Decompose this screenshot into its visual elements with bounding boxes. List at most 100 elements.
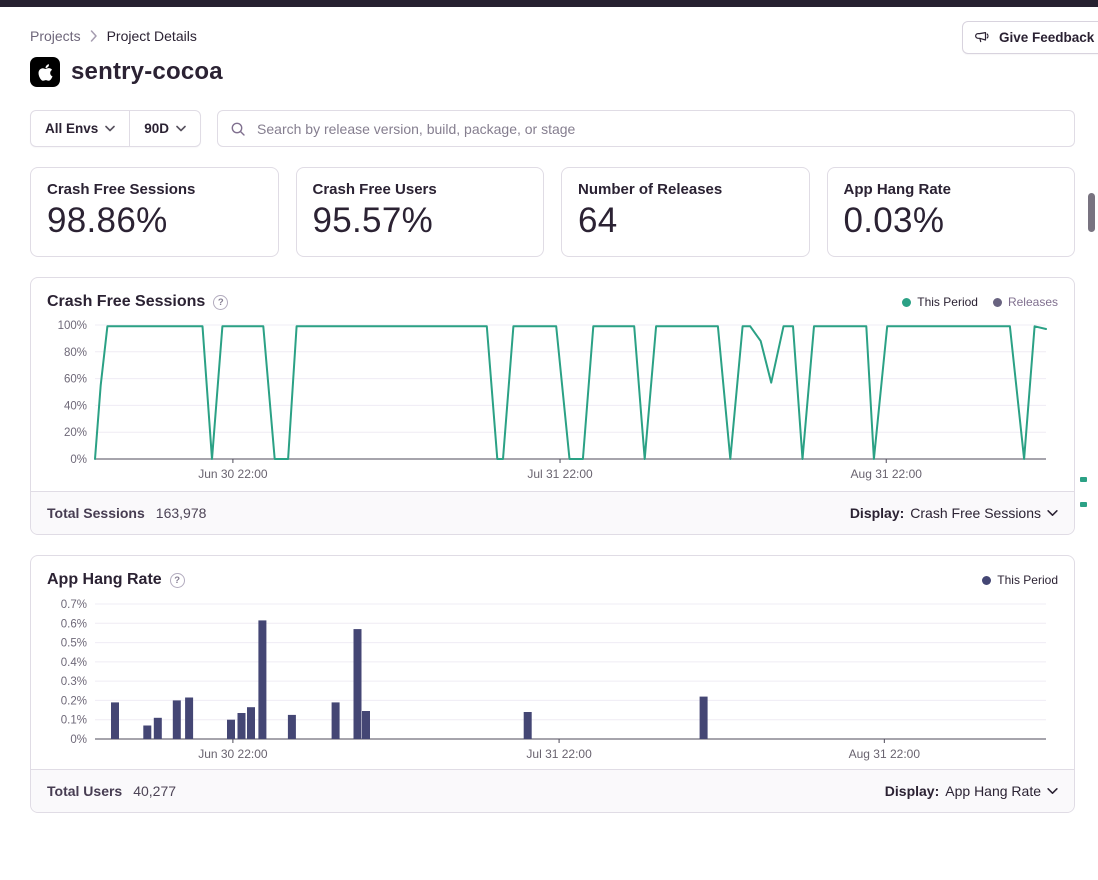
crash-free-sessions-panel: Crash Free Sessions ? This Period Release… — [30, 277, 1075, 535]
y-axis-tick-label: 40% — [64, 400, 87, 412]
chevron-down-icon — [105, 125, 115, 132]
breadcrumb: Projects Project Details — [30, 28, 1075, 44]
y-axis-tick-label: 0.3% — [61, 676, 87, 688]
total-sessions-label: Total Sessions — [47, 505, 145, 521]
apple-platform-icon — [30, 57, 60, 87]
panel-footer: Total Users 40,277 Display: App Hang Rat… — [31, 769, 1074, 812]
legend-dot-icon — [902, 298, 911, 307]
give-feedback-button[interactable]: Give Feedback — [962, 21, 1098, 54]
line-chart-svg: 0%20%40%60%80%100%Jun 30 22:00Jul 31 22:… — [31, 313, 1074, 491]
crash-free-sessions-chart: 0%20%40%60%80%100%Jun 30 22:00Jul 31 22:… — [31, 313, 1074, 491]
display-selector[interactable]: Display: Crash Free Sessions — [850, 505, 1058, 521]
series-line — [95, 326, 1046, 459]
y-axis-tick-label: 0% — [70, 734, 87, 746]
chart-legend: This Period Releases — [902, 295, 1058, 309]
megaphone-icon — [975, 30, 991, 46]
series-bar — [258, 620, 266, 739]
x-axis-tick-label: Jul 31 22:00 — [527, 467, 593, 481]
date-range-selector-label: 90D — [144, 121, 169, 136]
stat-card: Crash Free Sessions98.86% — [30, 167, 279, 257]
y-axis-tick-label: 80% — [64, 347, 87, 359]
legend-item[interactable]: This Period — [982, 573, 1058, 587]
y-axis-tick-label: 100% — [58, 320, 87, 332]
y-axis-tick-label: 0.6% — [61, 618, 87, 630]
help-icon[interactable]: ? — [213, 295, 228, 310]
chart-legend: This Period — [982, 573, 1058, 587]
app-hang-rate-chart: 0% 0.1% 0.2% 0.3% 0.4% 0.5% 0.6% 0.7% Jun 30 22:… — [31, 591, 1074, 769]
legend-item[interactable]: Releases — [993, 295, 1058, 309]
y-axis-tick-label: 0.5% — [61, 638, 87, 650]
display-selector[interactable]: Display: App Hang Rate — [885, 783, 1058, 799]
stat-card: Number of Releases 64 — [561, 167, 810, 257]
filter-bar: All Envs 90D — [30, 110, 1075, 147]
x-axis-tick-label: Jun 30 22:00 — [198, 747, 268, 761]
y-axis-tick-label: 0.7% — [61, 599, 87, 611]
date-range-selector[interactable]: 90D — [130, 111, 200, 146]
legend-dot-icon — [982, 576, 991, 585]
series-bar — [238, 713, 246, 739]
release-search-box[interactable] — [217, 110, 1075, 147]
stat-value: 95.57% — [313, 201, 528, 241]
series-bar — [524, 712, 532, 739]
page-title: sentry-cocoa — [71, 58, 223, 86]
chevron-down-icon — [1047, 509, 1058, 517]
stat-label: App Hang Rate — [844, 181, 1059, 198]
series-bar — [143, 726, 151, 740]
y-axis-tick-label: 0.2% — [61, 695, 87, 707]
total-users-value: 40,277 — [133, 783, 176, 799]
x-axis-tick-label: Aug 31 22:00 — [851, 467, 923, 481]
breadcrumb-chevron-icon — [90, 30, 98, 42]
environment-selector[interactable]: All Envs — [31, 111, 129, 146]
display-label: Display: — [885, 783, 939, 799]
panel-title: Crash Free Sessions — [47, 293, 205, 311]
display-value: App Hang Rate — [945, 783, 1041, 799]
chevron-down-icon — [1047, 787, 1058, 795]
stat-card: Crash Free Users 95.57% — [296, 167, 545, 257]
x-axis-tick-label: Jun 30 22:00 — [198, 467, 268, 481]
series-bar — [354, 629, 362, 739]
legend-label: This Period — [917, 295, 978, 309]
chevron-down-icon — [176, 125, 186, 132]
series-bar — [247, 707, 255, 739]
search-icon — [230, 121, 246, 137]
series-bar — [332, 702, 340, 739]
total-sessions-value: 163,978 — [156, 505, 207, 521]
legend-label: Releases — [1008, 295, 1058, 309]
series-bar — [173, 700, 181, 739]
filter-compact-select: All Envs 90D — [30, 110, 201, 147]
legend-dot-icon — [993, 298, 1002, 307]
clipped-content-fragment — [1080, 477, 1087, 482]
x-axis-tick-label: Jul 31 22:00 — [526, 747, 592, 761]
series-bar — [227, 720, 235, 739]
display-value: Crash Free Sessions — [910, 505, 1041, 521]
search-input[interactable] — [255, 120, 1062, 138]
y-axis-tick-label: 20% — [64, 427, 87, 439]
legend-label: This Period — [997, 573, 1058, 587]
legend-item[interactable]: This Period — [902, 295, 978, 309]
vertical-scrollbar-thumb[interactable] — [1088, 193, 1095, 232]
help-icon[interactable]: ? — [170, 573, 185, 588]
series-bar — [700, 697, 708, 739]
window-top-bar — [0, 0, 1098, 7]
stat-label: Crash Free Users — [313, 181, 528, 198]
y-axis-tick-label: 60% — [64, 374, 87, 386]
y-axis-tick-label: 0.4% — [61, 657, 87, 669]
breadcrumb-projects-link[interactable]: Projects — [30, 28, 81, 44]
stat-value: 0.03% — [844, 201, 1059, 241]
stat-label: Number of Releases — [578, 181, 793, 198]
stat-value: 98.86% — [47, 201, 262, 241]
breadcrumb-current: Project Details — [107, 28, 197, 44]
series-bar — [185, 698, 193, 740]
give-feedback-label: Give Feedback — [999, 30, 1094, 45]
panel-footer: Total Sessions 163,978 Display: Crash Fr… — [31, 491, 1074, 534]
app-hang-rate-panel: App Hang Rate ? This Period 0% 0.1% 0.2% 0.… — [30, 555, 1075, 813]
stat-value: 64 — [578, 201, 793, 241]
y-axis-tick-label: 0.1% — [61, 715, 87, 727]
environment-selector-label: All Envs — [45, 121, 98, 136]
panel-title: App Hang Rate — [47, 571, 162, 589]
bar-chart-svg: 0% 0.1% 0.2% 0.3% 0.4% 0.5% 0.6% 0.7% Jun 30 22:… — [31, 591, 1074, 769]
series-bar — [154, 718, 162, 739]
stats-row: Crash Free Sessions98.86%Crash Free User… — [30, 167, 1075, 257]
clipped-content-fragment — [1080, 502, 1087, 507]
x-axis-tick-label: Aug 31 22:00 — [849, 747, 921, 761]
